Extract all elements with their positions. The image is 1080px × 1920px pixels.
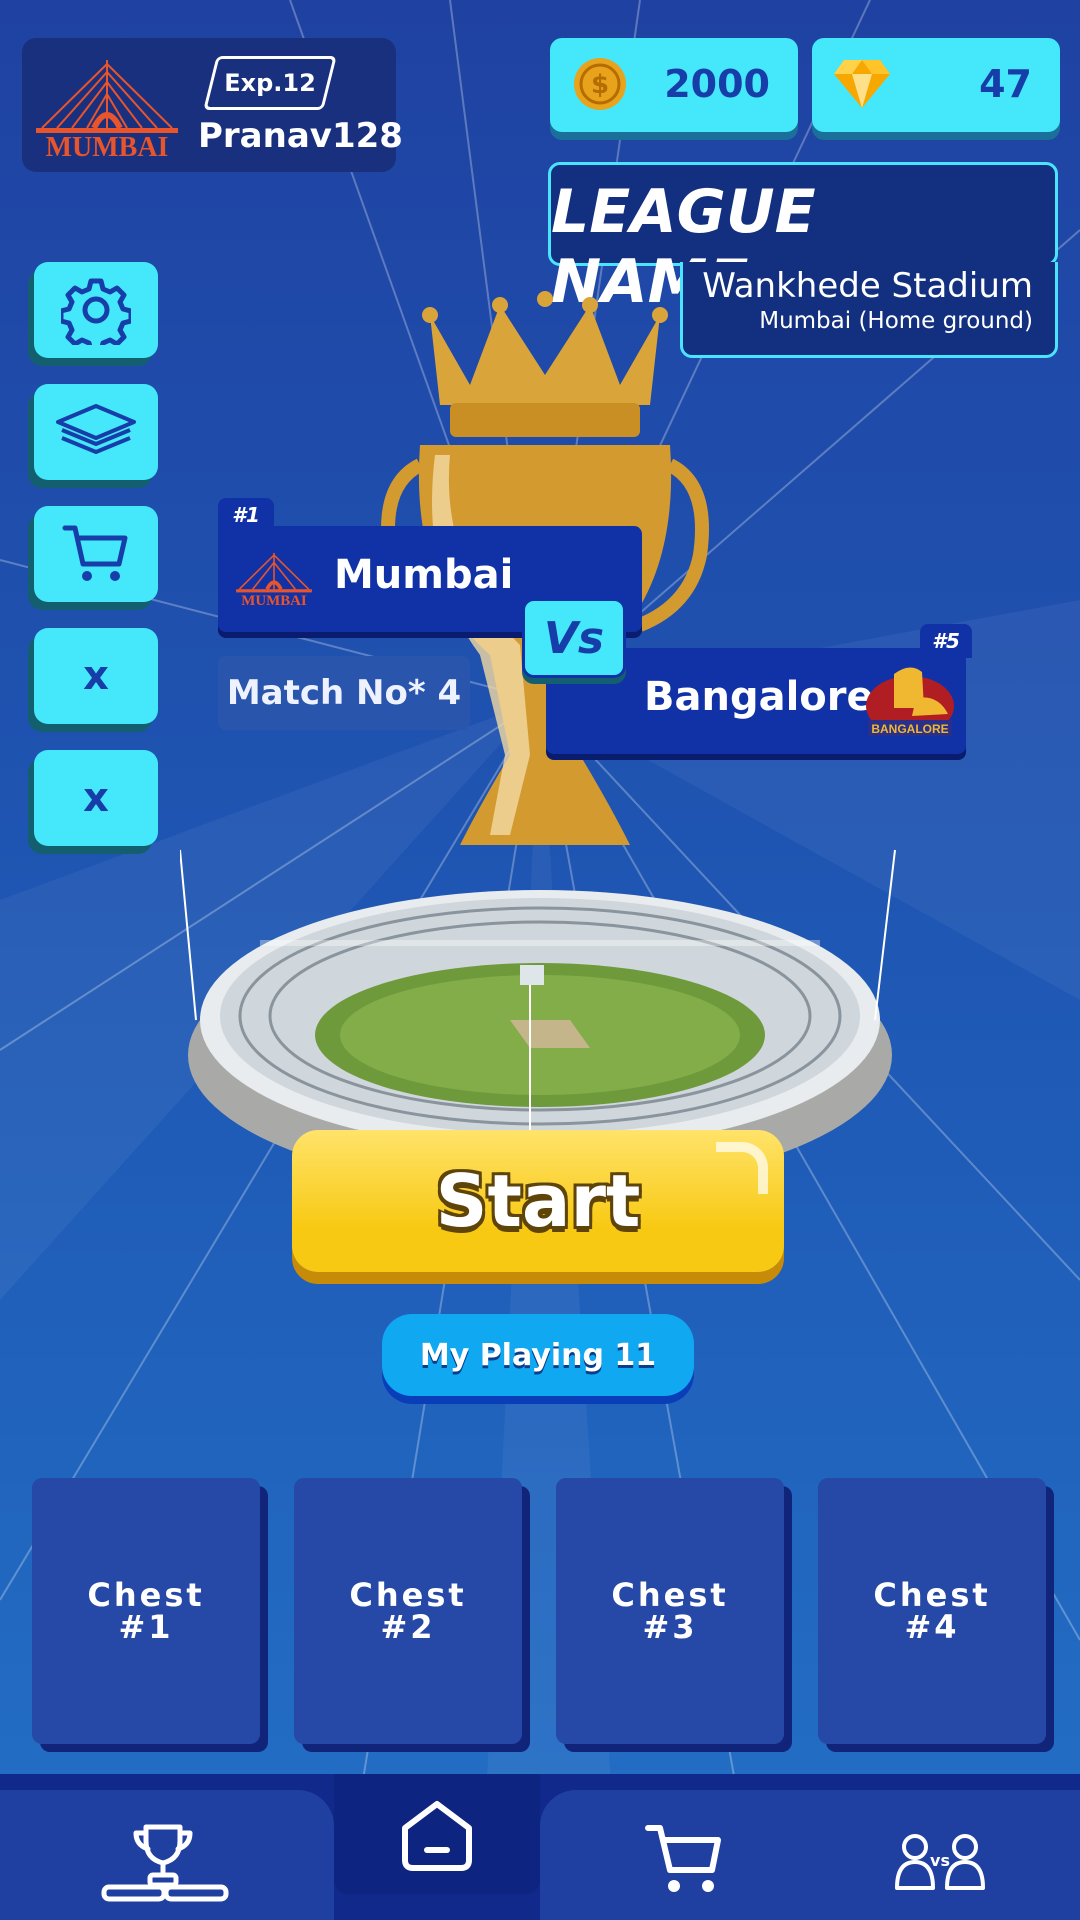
chest-4-label: Chest #4 bbox=[873, 1576, 991, 1646]
diamond-icon bbox=[834, 60, 890, 108]
bangalore-team-logo: BANGALORE bbox=[866, 667, 954, 736]
match-number: Match No* 4 bbox=[218, 656, 470, 730]
player-profile-card[interactable]: MUMBAI Exp.12 Pranav128 bbox=[22, 38, 403, 172]
coin-amount: 2000 bbox=[664, 62, 770, 106]
start-label: Start bbox=[435, 1159, 641, 1243]
chest-slot-2[interactable]: Chest #2 bbox=[294, 1478, 522, 1744]
chest-slot-1[interactable]: Chest #1 bbox=[32, 1478, 260, 1744]
nav-versus-tab[interactable]: vs bbox=[888, 1816, 992, 1908]
shop-button[interactable] bbox=[34, 506, 158, 602]
button-gloss bbox=[716, 1142, 768, 1194]
versus-players-icon: vs bbox=[895, 1834, 985, 1890]
experience-label: Exp.12 bbox=[224, 69, 316, 97]
svg-text:vs: vs bbox=[930, 1851, 950, 1870]
trophy-podium-icon bbox=[101, 1824, 229, 1902]
home-icon bbox=[402, 1801, 472, 1871]
mumbai-team-logo: MUMBAI bbox=[36, 60, 178, 162]
layers-button[interactable] bbox=[34, 384, 158, 480]
nav-tab-background-right bbox=[540, 1790, 1080, 1920]
versus-badge: Vs bbox=[522, 598, 626, 678]
nav-shop-tab[interactable] bbox=[636, 1812, 732, 1908]
away-team-name: Bangalore bbox=[644, 674, 874, 720]
venue-box: Wankhede Stadium Mumbai (Home ground) bbox=[680, 262, 1058, 358]
mumbai-team-logo: MUMBAI bbox=[236, 552, 312, 609]
league-title-box: LEAGUE NAME bbox=[548, 162, 1058, 317]
svg-text:$: $ bbox=[591, 70, 609, 100]
nav-leagues-tab[interactable] bbox=[100, 1812, 230, 1912]
experience-badge: Exp.12 bbox=[203, 56, 337, 110]
mumbai-logo-text: MUMBAI bbox=[46, 132, 169, 162]
cart-icon bbox=[62, 525, 128, 581]
gear-icon bbox=[61, 278, 131, 345]
stadium-name: Wankhede Stadium bbox=[702, 266, 1033, 306]
trophy-crown bbox=[422, 291, 668, 437]
coin-icon: $ bbox=[574, 58, 626, 110]
bottom-navigation: vs bbox=[0, 1774, 1080, 1920]
mumbai-logo-text-small: MUMBAI bbox=[241, 593, 307, 609]
menu-button-x-1-label: x bbox=[83, 653, 109, 699]
player-name: Pranav128 bbox=[198, 116, 403, 156]
settings-button[interactable] bbox=[34, 262, 158, 358]
chest-2-label: Chest #2 bbox=[349, 1576, 467, 1646]
stadium-location: Mumbai (Home ground) bbox=[759, 308, 1033, 334]
gem-amount: 47 bbox=[979, 62, 1032, 106]
menu-button-x-1[interactable]: x bbox=[34, 628, 158, 724]
coin-balance[interactable]: $ 2000 bbox=[550, 38, 798, 132]
menu-button-x-2-label: x bbox=[83, 775, 109, 821]
versus-label: Vs bbox=[543, 612, 605, 664]
chest-slot-4[interactable]: Chest #4 bbox=[818, 1478, 1046, 1744]
start-button[interactable]: Start bbox=[292, 1130, 784, 1272]
gem-balance[interactable]: 47 bbox=[812, 38, 1060, 132]
bangalore-logo-text: BANGALORE bbox=[871, 722, 948, 736]
chest-1-label: Chest #1 bbox=[87, 1576, 205, 1646]
my-playing-11-label: My Playing 11 bbox=[419, 1337, 657, 1373]
cart-icon bbox=[645, 1825, 721, 1892]
my-playing-11-button[interactable]: My Playing 11 bbox=[382, 1314, 694, 1396]
chest-3-label: Chest #3 bbox=[611, 1576, 729, 1646]
home-team-name: Mumbai bbox=[334, 552, 514, 598]
menu-button-x-2[interactable]: x bbox=[34, 750, 158, 846]
nav-home-tab[interactable] bbox=[394, 1788, 480, 1884]
layers-icon bbox=[56, 404, 136, 454]
chest-slot-3[interactable]: Chest #3 bbox=[556, 1478, 784, 1744]
